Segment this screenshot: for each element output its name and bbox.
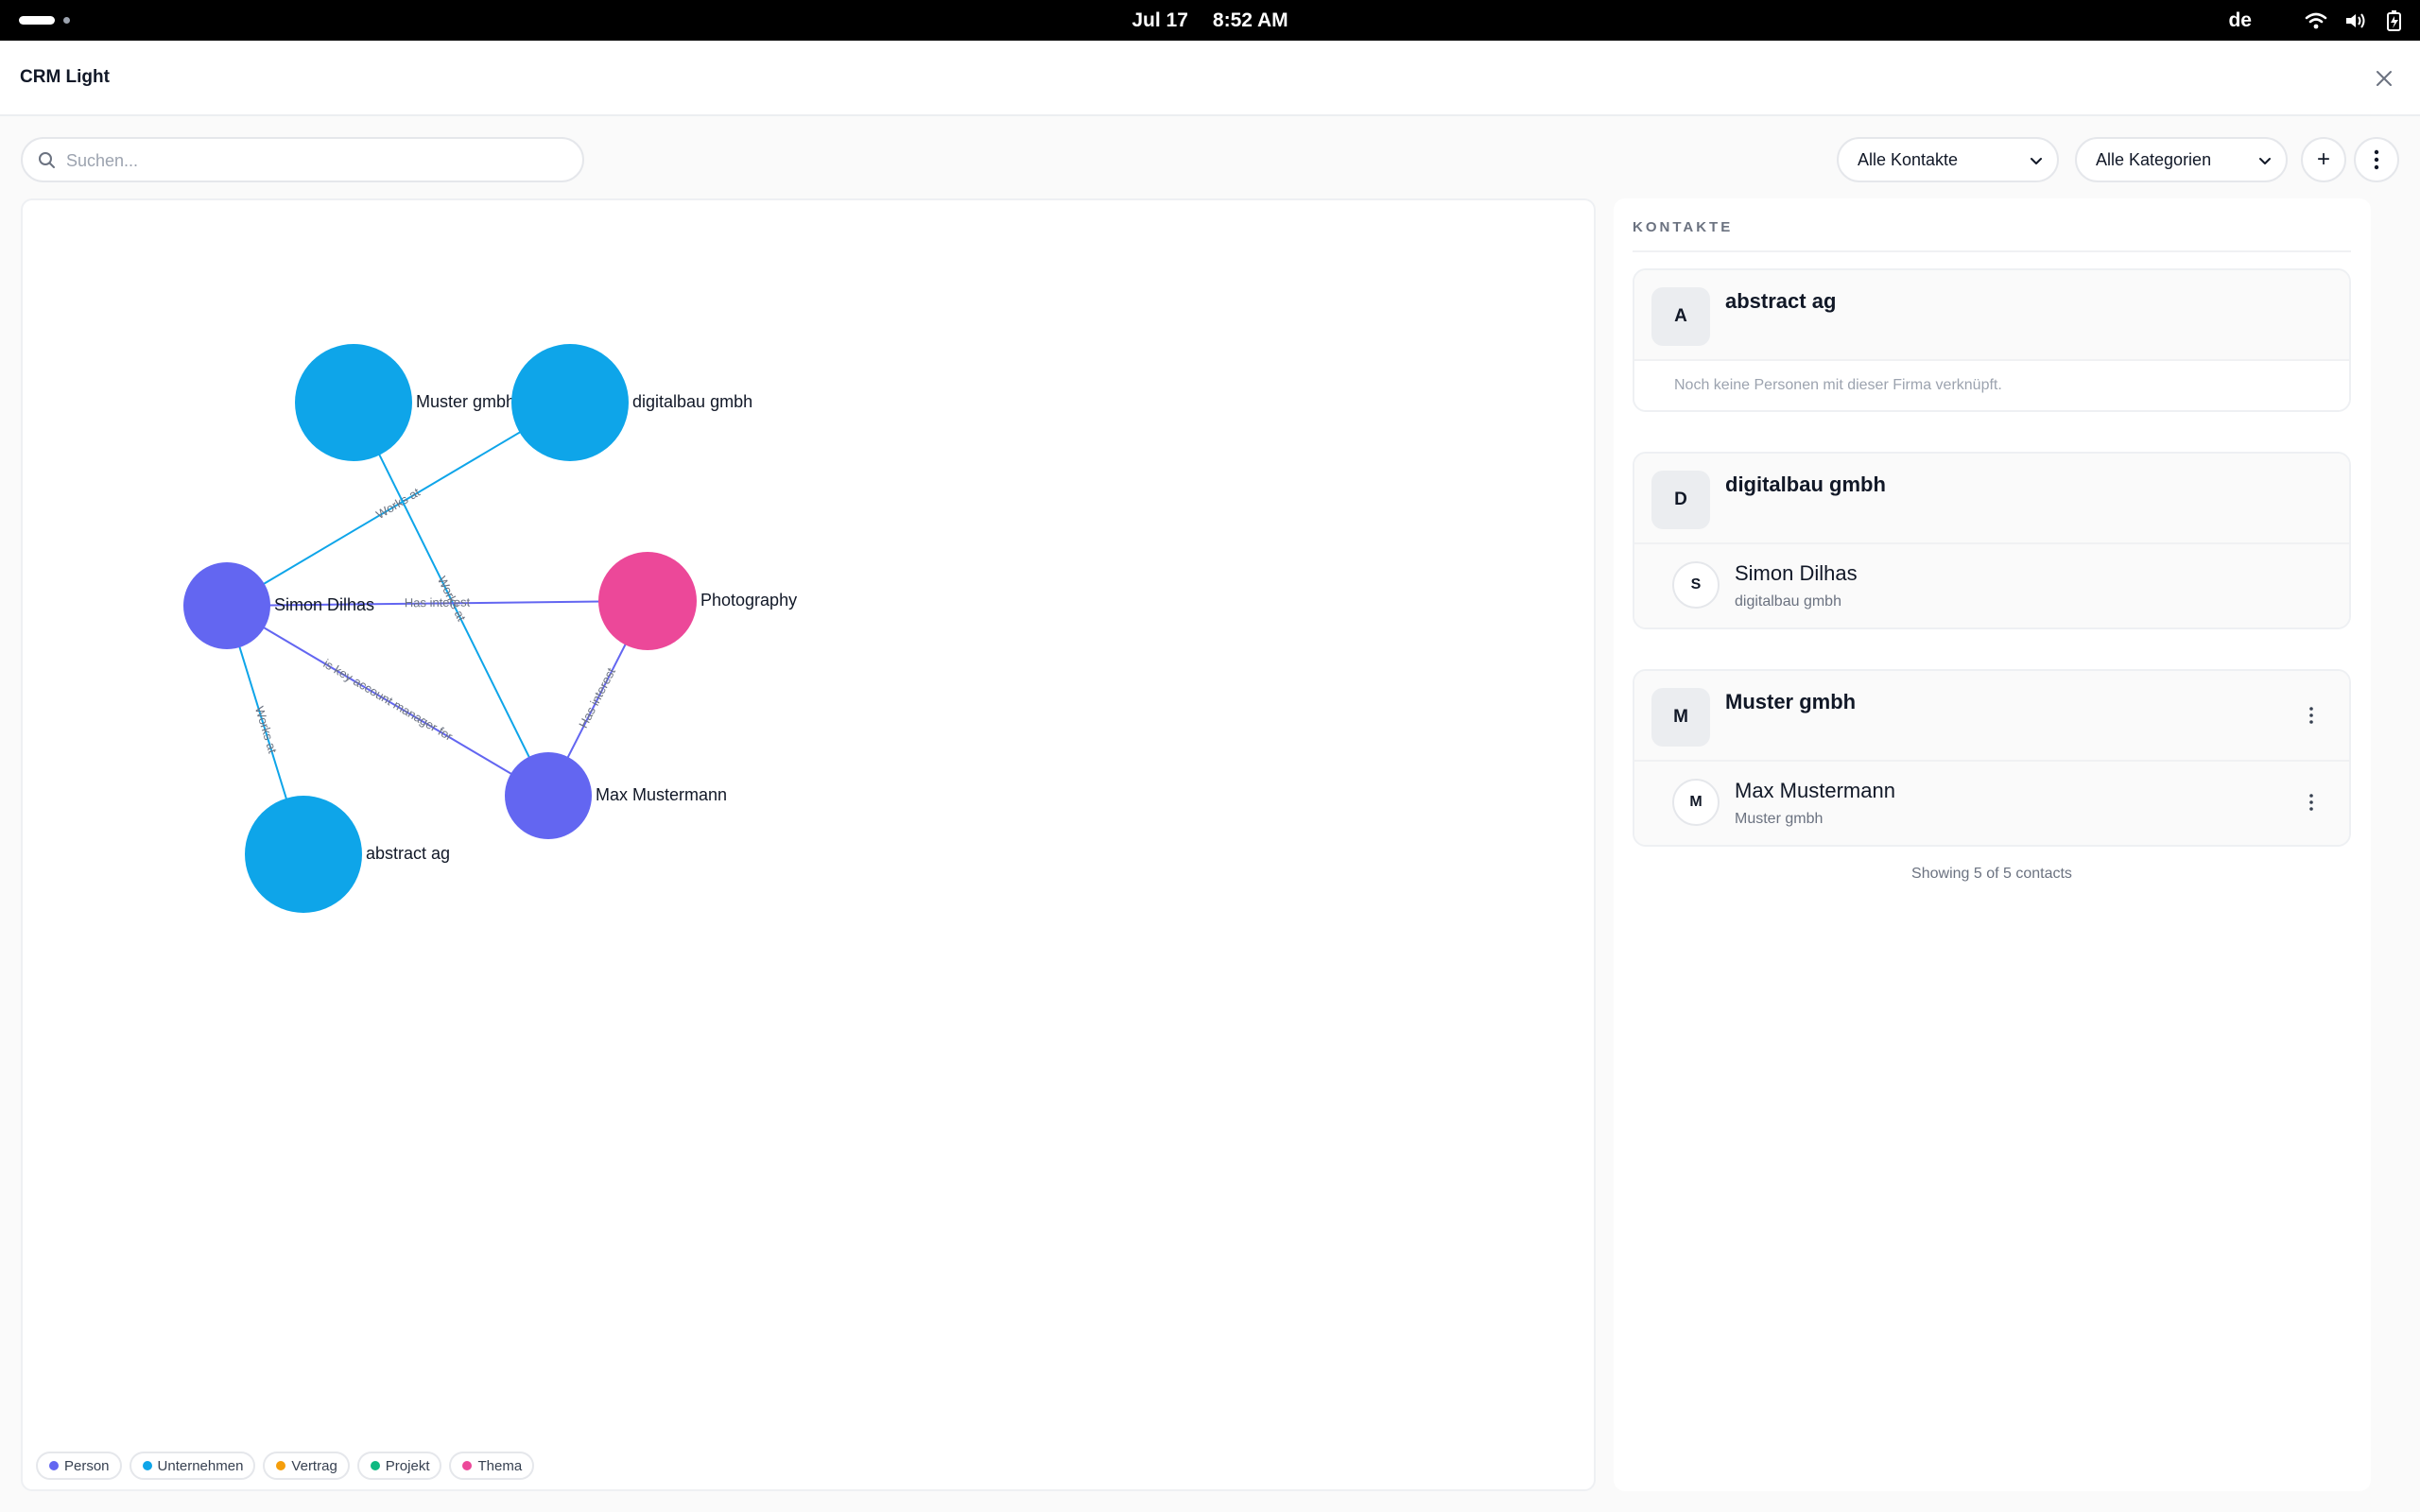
battery-charging-icon — [2387, 9, 2401, 31]
graph-edge-label: Has interest — [405, 595, 471, 610]
app-title: CRM Light — [20, 67, 110, 87]
graph-node-label: Max Mustermann — [596, 785, 727, 804]
more-vertical-icon — [2309, 794, 2313, 811]
graph-edge-label: is key account manager for — [321, 656, 457, 744]
company-menu-button[interactable] — [2302, 701, 2321, 730]
legend-item[interactable]: Unternehmen — [129, 1452, 256, 1480]
company-name: digitalbau gmbh — [1725, 472, 1886, 496]
graph-node-max[interactable]: Max Mustermann — [505, 752, 727, 839]
graph-node-label: Photography — [700, 591, 797, 610]
person-row[interactable]: S Simon Dilhas digitalbau gmbh — [1634, 544, 2349, 627]
graph-node-circle[interactable] — [245, 796, 362, 913]
legend-label: Thema — [477, 1457, 523, 1474]
status-date: Jul 17 — [1132, 9, 1188, 31]
graph-node-label: Muster gmbh — [416, 392, 515, 411]
contacts-filter-value: Alle Kontakte — [1858, 149, 1959, 169]
graph-node-circle[interactable] — [505, 752, 592, 839]
contacts-filter-select[interactable]: Alle Kontakte — [1837, 137, 2059, 182]
search-icon — [39, 152, 55, 168]
status-datetime: Jul 17 8:52 AM — [0, 0, 2420, 41]
graph-node-muster[interactable]: Muster gmbh — [295, 344, 515, 461]
legend-label: Projekt — [385, 1457, 430, 1474]
company-row[interactable]: M Muster gmbh — [1634, 671, 2349, 762]
legend-item[interactable]: Vertrag — [263, 1452, 350, 1480]
graph-node-abstract[interactable]: abstract ag — [245, 796, 450, 913]
person-name: Simon Dilhas — [1735, 561, 1858, 585]
legend-dot — [276, 1461, 286, 1470]
keyboard-language: de — [2228, 9, 2252, 31]
legend-label: Unternehmen — [157, 1457, 244, 1474]
wifi-icon — [2305, 12, 2327, 28]
more-vertical-icon — [2374, 149, 2379, 170]
company-name: abstract ag — [1725, 289, 1837, 313]
close-button[interactable] — [2371, 65, 2397, 92]
legend-item[interactable]: Thema — [449, 1452, 535, 1480]
company-avatar: M — [1651, 688, 1710, 747]
contacts-heading: KONTAKTE — [1633, 219, 2351, 252]
graph-legend: Person Unternehmen Vertrag Projekt Thema — [36, 1452, 535, 1480]
company-avatar: A — [1651, 287, 1710, 346]
contacts-count: Showing 5 of 5 contacts — [1911, 866, 2072, 882]
legend-item[interactable]: Person — [36, 1452, 122, 1480]
graph-edge-label: Has interest — [576, 665, 618, 730]
legend-dot — [49, 1461, 59, 1470]
more-options-button[interactable] — [2354, 137, 2399, 182]
person-company: digitalbau gmbh — [1735, 593, 1841, 610]
person-avatar: M — [1672, 779, 1720, 826]
add-contact-button[interactable]: + — [2301, 137, 2346, 182]
company-name: Muster gmbh — [1725, 690, 1857, 713]
person-menu-button[interactable] — [2302, 788, 2321, 816]
legend-dot — [462, 1461, 473, 1470]
status-time: 8:52 AM — [1212, 9, 1288, 31]
person-avatar: S — [1672, 561, 1720, 609]
graph-node-photography[interactable]: Photography — [598, 552, 797, 650]
search-box[interactable] — [21, 137, 584, 182]
graph-node-digitalbau[interactable]: digitalbau gmbh — [511, 344, 752, 461]
company-avatar: D — [1651, 471, 1710, 529]
volume-icon — [2346, 12, 2365, 28]
company-row[interactable]: A abstract ag — [1634, 270, 2349, 361]
company-card: A abstract ag Noch keine Personen mit di… — [1633, 268, 2351, 412]
company-row[interactable]: D digitalbau gmbh — [1634, 454, 2349, 544]
close-icon — [2377, 71, 2392, 86]
graph-edge-label: Works at — [252, 705, 280, 756]
graph-node-label: abstract ag — [366, 844, 450, 863]
graph-node-circle[interactable] — [183, 562, 270, 649]
legend-dot — [370, 1461, 380, 1470]
chevron-down-icon — [2259, 158, 2271, 164]
network-graph[interactable]: Works at Works at Has interest is key accou… — [23, 200, 1596, 1491]
contacts-panel: KONTAKTE A abstract ag Noch keine Person… — [1614, 198, 2371, 1491]
search-input[interactable] — [66, 146, 567, 175]
legend-label: Vertrag — [291, 1457, 337, 1474]
plus-icon: + — [2316, 146, 2330, 172]
graph-edge-label: Works at — [373, 485, 423, 522]
chevron-down-icon — [2031, 158, 2042, 164]
person-name: Max Mustermann — [1735, 779, 1895, 802]
system-status-bar: Jul 17 8:52 AM de — [0, 0, 2420, 41]
company-card: D digitalbau gmbh S Simon Dilhas digital… — [1633, 452, 2351, 629]
categories-filter-select[interactable]: Alle Kategorien — [2075, 137, 2288, 182]
more-vertical-icon — [2309, 707, 2313, 724]
graph-node-label: Simon Dilhas — [274, 595, 374, 614]
empty-people-note: Noch keine Personen mit dieser Firma ver… — [1634, 361, 2349, 410]
legend-dot — [142, 1461, 152, 1470]
app-header: CRM Light — [0, 41, 2420, 116]
status-indicators: de — [2228, 0, 2403, 41]
network-graph-panel: Works at Works at Has interest is key accou… — [21, 198, 1596, 1491]
company-card: M Muster gmbh M Max Mustermann Muster gm… — [1633, 669, 2351, 847]
graph-node-circle[interactable] — [295, 344, 412, 461]
graph-node-circle[interactable] — [511, 344, 629, 461]
legend-label: Person — [64, 1457, 110, 1474]
graph-node-circle[interactable] — [598, 552, 697, 650]
person-row[interactable]: M Max Mustermann Muster gmbh — [1634, 762, 2349, 845]
person-company: Muster gmbh — [1735, 811, 1824, 827]
graph-node-label: digitalbau gmbh — [632, 392, 752, 411]
legend-item[interactable]: Projekt — [356, 1452, 442, 1480]
categories-filter-value: Alle Kategorien — [2096, 149, 2212, 169]
